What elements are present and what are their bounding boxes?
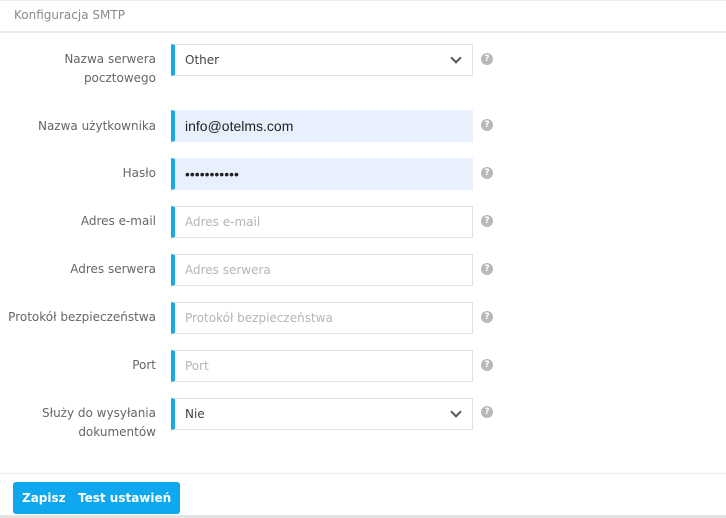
port-label: Port [132, 358, 156, 372]
port-placeholder: Port [185, 359, 209, 373]
panel-title: Konfiguracja SMTP [0, 1, 726, 33]
help-icon[interactable]: ? [481, 215, 493, 227]
used-for-documents-select[interactable]: Nie [171, 398, 473, 430]
server-address-input[interactable]: Adres serwera [171, 254, 473, 286]
chevron-down-icon [450, 52, 462, 64]
security-protocol-placeholder: Protokół bezpieczeństwa [185, 311, 333, 325]
server-address-label: Adres serwera [70, 262, 156, 276]
username-value: info@otelms.com [185, 118, 294, 134]
used-for-documents-selected-value: Nie [185, 407, 205, 421]
mail-server-selected-value: Other [185, 53, 220, 67]
used-for-documents-label-line1: Służy do wysyłania [42, 406, 156, 420]
security-protocol-input[interactable]: Protokół bezpieczeństwa [171, 302, 473, 334]
used-for-documents-label: Służy do wysyłania dokumentów [0, 404, 156, 442]
security-protocol-label: Protokół bezpieczeństwa [8, 310, 156, 324]
password-value: ••••••••••• [185, 166, 239, 182]
help-icon[interactable]: ? [481, 167, 493, 179]
port-input[interactable]: Port [171, 350, 473, 382]
test-settings-button[interactable]: Test ustawień [69, 482, 181, 514]
help-icon[interactable]: ? [481, 263, 493, 275]
username-input[interactable]: info@otelms.com [171, 110, 473, 142]
password-input[interactable]: ••••••••••• [171, 158, 473, 190]
mail-server-label: Nazwa serwera pocztowego [0, 50, 156, 88]
mail-server-label-line2: pocztowego [83, 71, 156, 85]
form-footer: Zapisz Test ustawień [0, 473, 726, 518]
email-label: Adres e-mail [80, 214, 156, 228]
mail-server-label-line1: Nazwa serwera [64, 52, 156, 66]
help-icon[interactable]: ? [481, 119, 493, 131]
email-input[interactable]: Adres e-mail [171, 206, 473, 238]
mail-server-select[interactable]: Other [171, 44, 473, 76]
chevron-down-icon [450, 406, 462, 418]
help-icon[interactable]: ? [481, 359, 493, 371]
used-for-documents-label-line2: dokumentów [78, 425, 156, 439]
save-button[interactable]: Zapisz [13, 482, 75, 514]
help-icon[interactable]: ? [481, 311, 493, 323]
smtp-config-panel: Konfiguracja SMTP Nazwa serwera pocztowe… [0, 0, 726, 518]
help-icon[interactable]: ? [481, 406, 493, 418]
email-placeholder: Adres e-mail [185, 215, 261, 229]
help-icon[interactable]: ? [481, 53, 493, 65]
server-address-placeholder: Adres serwera [185, 263, 271, 277]
password-label: Hasło [122, 166, 156, 180]
username-label: Nazwa użytkownika [37, 119, 156, 133]
